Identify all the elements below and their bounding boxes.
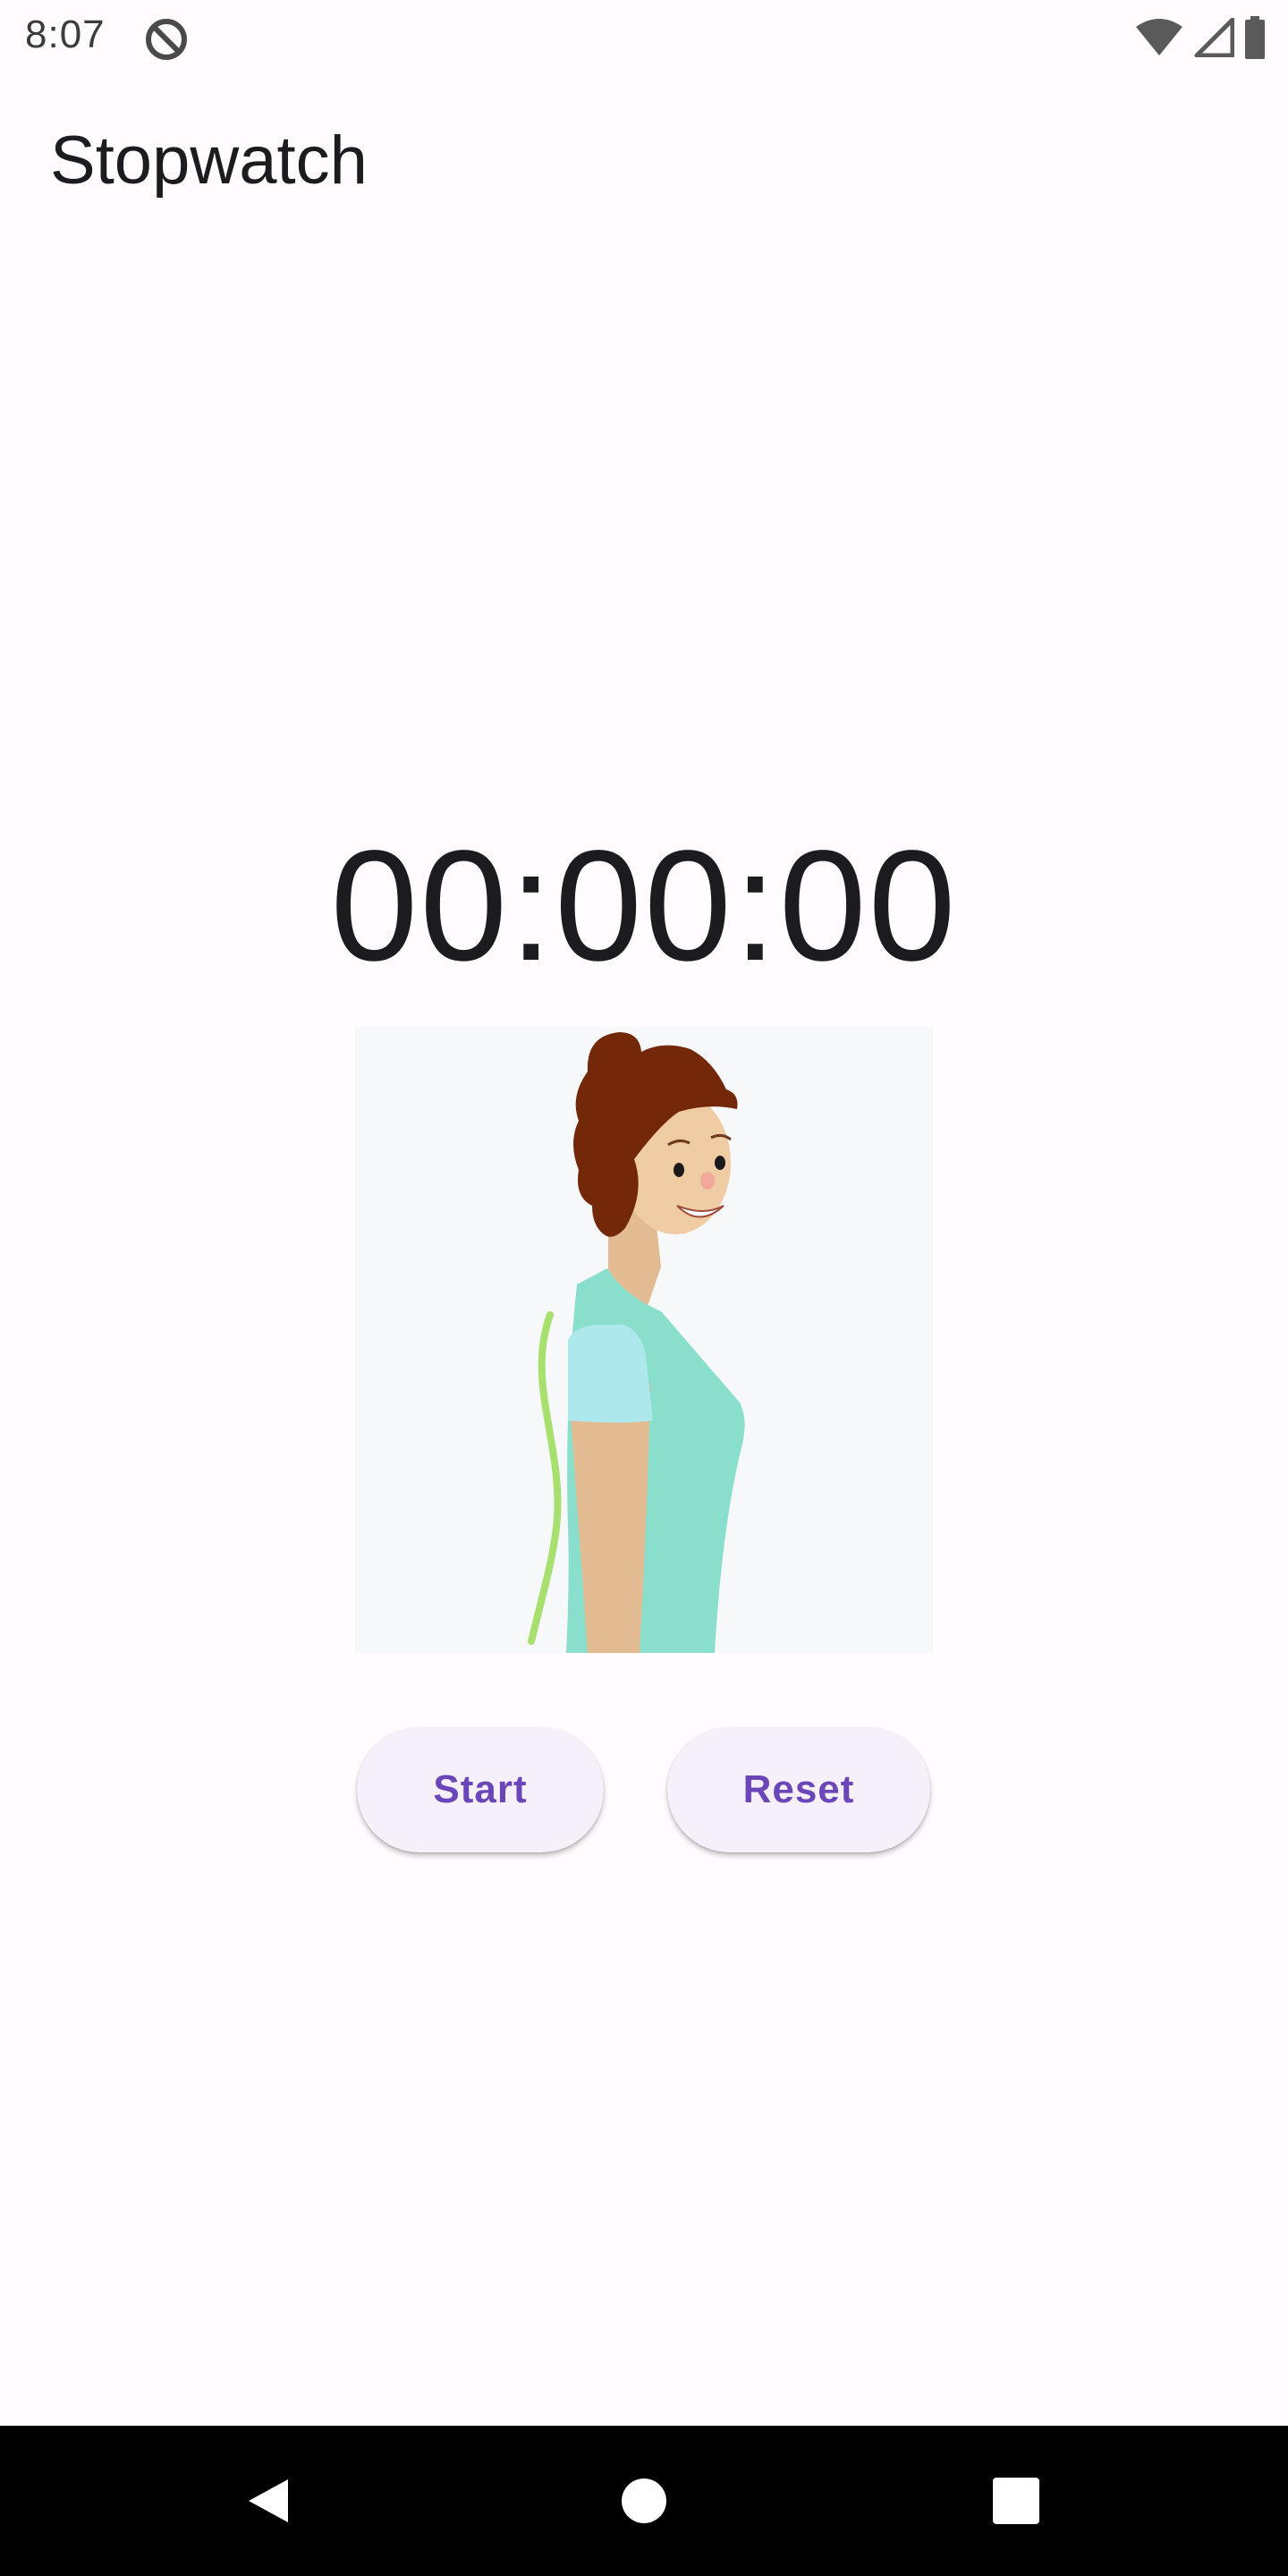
wifi-icon — [1136, 19, 1182, 55]
reset-button[interactable]: Reset — [667, 1727, 930, 1852]
home-button[interactable] — [569, 2426, 719, 2576]
status-time: 8:07 — [25, 13, 106, 56]
home-icon — [622, 2479, 666, 2523]
back-icon — [249, 2479, 288, 2522]
start-button[interactable]: Start — [357, 1727, 604, 1852]
do-not-disturb-icon — [146, 19, 187, 60]
status-bar: 8:07 — [0, 0, 1288, 75]
recents-icon — [993, 2478, 1039, 2524]
spine-curve — [528, 1311, 562, 1645]
battery-icon — [1245, 16, 1265, 59]
navigation-bar — [0, 2426, 1288, 2576]
recents-button[interactable] — [941, 2426, 1091, 2576]
status-icons — [1134, 14, 1267, 61]
signal-icon — [1194, 18, 1234, 57]
woman-posture-illustration — [355, 1027, 933, 1653]
back-button[interactable] — [193, 2426, 343, 2576]
app-title: Stopwatch — [50, 123, 368, 199]
sleeve — [568, 1325, 653, 1423]
stopwatch-display: 00:00:00 — [330, 818, 958, 994]
app-bar: Stopwatch — [0, 75, 1288, 247]
